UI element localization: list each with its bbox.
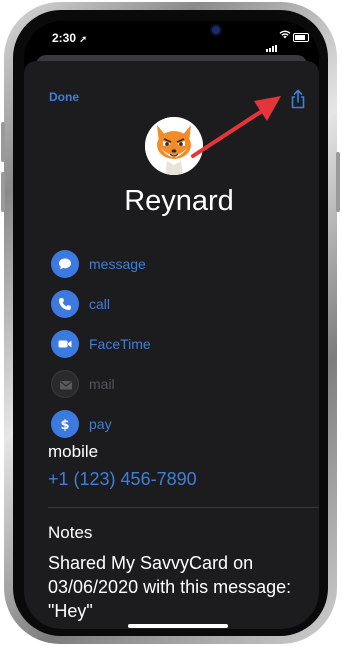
- annotation-arrow-icon: [191, 96, 281, 158]
